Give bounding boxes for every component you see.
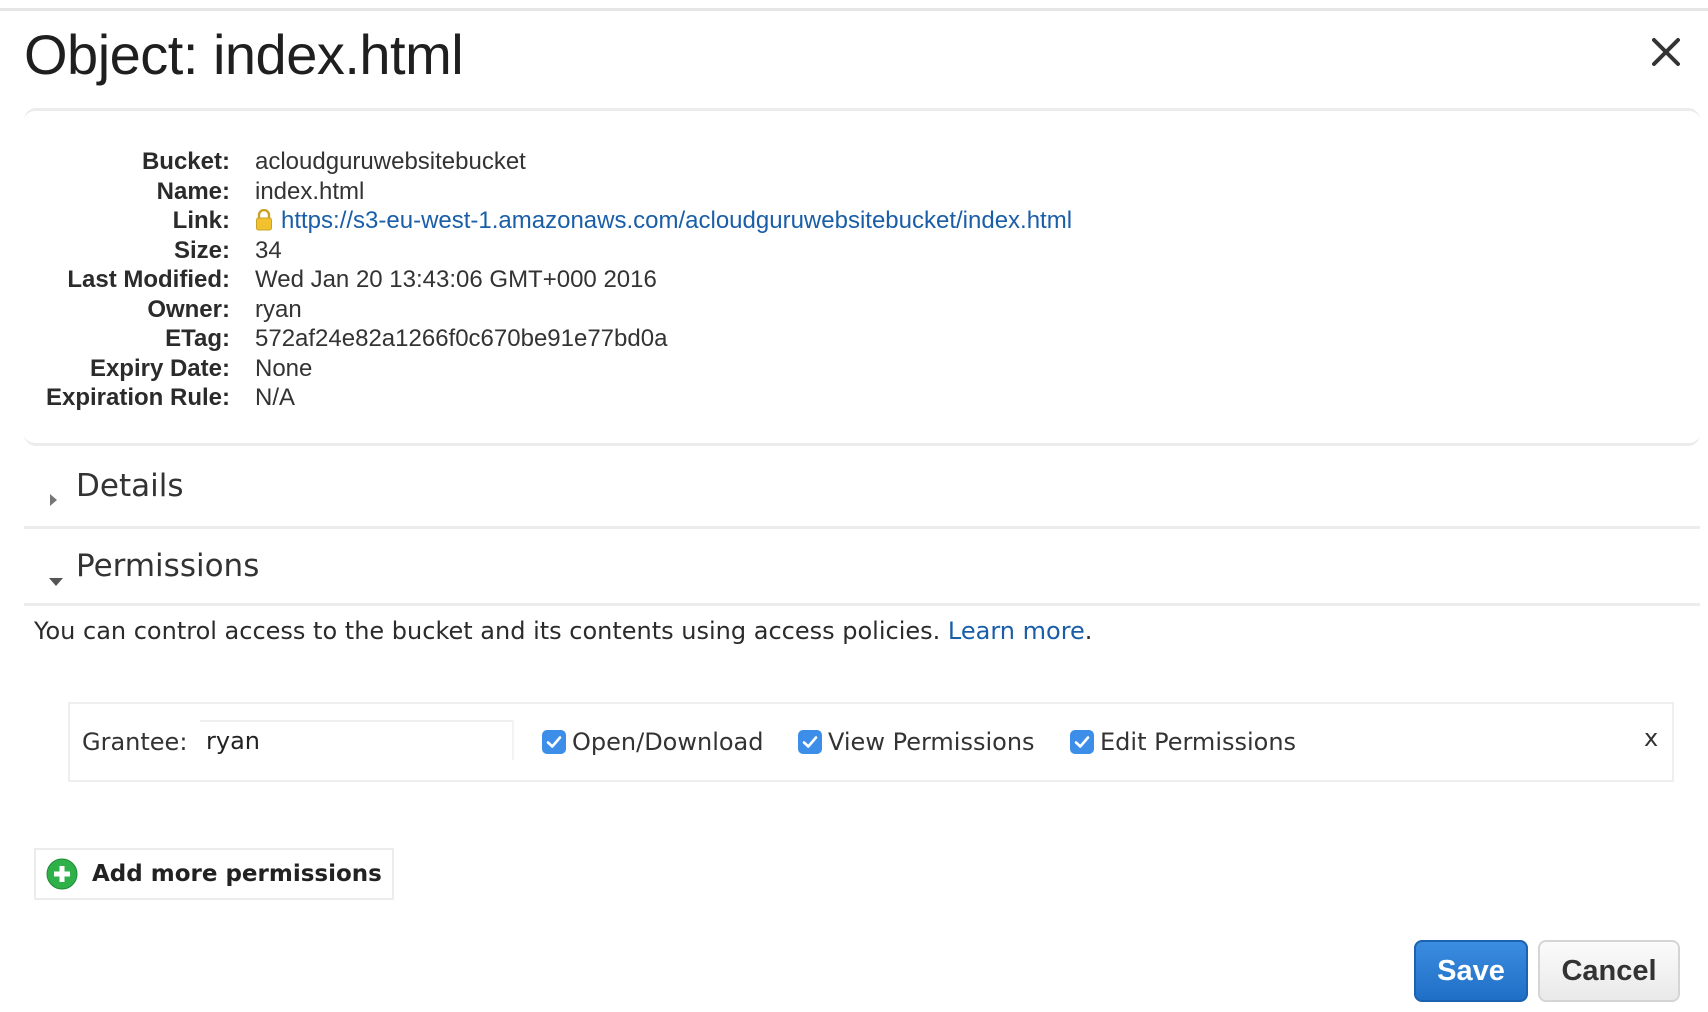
lock-icon bbox=[255, 208, 273, 239]
property-value-link-wrap: https://s3-eu-west-1.amazonaws.com/aclou… bbox=[255, 206, 1072, 239]
property-row-link: Link: https://s3-eu-west-1.amazonaws.com… bbox=[24, 206, 1624, 236]
property-row-size: Size: 34 bbox=[24, 236, 1624, 266]
object-properties-panel: Bucket: acloudguruwebsitebucket Name: in… bbox=[24, 108, 1700, 446]
property-value: ryan bbox=[255, 295, 302, 323]
property-label: Expiry Date: bbox=[89, 354, 230, 382]
checkbox-checked-icon bbox=[1070, 730, 1094, 754]
top-divider bbox=[0, 8, 1708, 11]
property-row-etag: ETag: 572af24e82a1266f0c670be91e77bd0a bbox=[24, 324, 1624, 354]
section-divider bbox=[24, 526, 1700, 529]
caret-right-icon bbox=[48, 480, 60, 516]
section-permissions-label: Permissions bbox=[76, 548, 260, 584]
property-row-name: Name: index.html bbox=[24, 177, 1624, 207]
permissions-description: You can control access to the bucket and… bbox=[34, 617, 1093, 645]
property-label: Last Modified: bbox=[67, 266, 230, 293]
caret-down-icon bbox=[48, 560, 64, 596]
add-circle-icon bbox=[46, 858, 78, 890]
property-label: ETag: bbox=[165, 325, 230, 352]
property-value: None bbox=[255, 354, 313, 382]
checkbox-label: Edit Permissions bbox=[1100, 728, 1297, 756]
object-link[interactable]: https://s3-eu-west-1.amazonaws.com/aclou… bbox=[281, 207, 1072, 234]
grantee-row: Grantee: Open/Download View Permissions … bbox=[68, 702, 1674, 782]
checkbox-label: Open/Download bbox=[572, 728, 764, 756]
checkbox-checked-icon bbox=[798, 730, 822, 754]
property-value: N/A bbox=[255, 384, 296, 411]
property-row-last-modified: Last Modified: Wed Jan 20 13:43:06 GMT+0… bbox=[24, 265, 1624, 295]
checkbox-label: View Permissions bbox=[828, 728, 1035, 756]
grantee-label: Grantee: bbox=[82, 728, 188, 756]
property-row-expiration-rule: Expiration Rule: N/A bbox=[24, 383, 1624, 413]
permissions-description-text: You can control access to the bucket and… bbox=[34, 617, 941, 645]
section-permissions-header[interactable]: Permissions bbox=[24, 548, 1700, 588]
checkbox-checked-icon bbox=[542, 730, 566, 754]
section-details-header[interactable]: Details bbox=[24, 468, 1700, 508]
property-row-owner: Owner: ryan bbox=[24, 295, 1624, 325]
property-label: Bucket: bbox=[141, 148, 230, 175]
cancel-button[interactable]: Cancel bbox=[1538, 940, 1680, 1002]
property-value: 572af24e82a1266f0c670be91e77bd0a bbox=[255, 325, 668, 352]
properties-list: Bucket: acloudguruwebsitebucket Name: in… bbox=[24, 147, 1624, 413]
remove-grantee-button[interactable]: x bbox=[1644, 724, 1658, 752]
open-download-checkbox[interactable]: Open/Download bbox=[542, 728, 763, 756]
add-more-permissions-button[interactable]: Add more permissions bbox=[34, 848, 394, 900]
property-row-expiry-date: Expiry Date: None bbox=[24, 354, 1624, 384]
object-properties-dialog: Object: index.html Bucket: acloudguruweb… bbox=[0, 0, 1708, 1012]
section-details-label: Details bbox=[76, 468, 184, 504]
property-label: Link: bbox=[172, 207, 230, 234]
dialog-title: Object: index.html bbox=[24, 23, 464, 86]
grantee-input[interactable] bbox=[200, 720, 514, 760]
section-divider bbox=[24, 603, 1700, 606]
edit-permissions-checkbox[interactable]: Edit Permissions bbox=[1070, 728, 1296, 756]
property-label: Size: bbox=[173, 236, 230, 264]
property-value: acloudguruwebsitebucket bbox=[255, 148, 526, 175]
learn-more-link[interactable]: Learn more bbox=[948, 617, 1085, 645]
property-value: index.html bbox=[255, 177, 365, 205]
property-label: Name: bbox=[156, 177, 230, 205]
property-row-bucket: Bucket: acloudguruwebsitebucket bbox=[24, 147, 1624, 177]
view-permissions-checkbox[interactable]: View Permissions bbox=[798, 728, 1035, 756]
close-icon[interactable] bbox=[1644, 30, 1688, 74]
add-more-permissions-label: Add more permissions bbox=[92, 861, 382, 887]
property-value: 34 bbox=[255, 236, 282, 264]
save-button[interactable]: Save bbox=[1414, 940, 1528, 1002]
property-label: Owner: bbox=[147, 295, 230, 323]
property-value: Wed Jan 20 13:43:06 GMT+000 2016 bbox=[255, 266, 657, 293]
property-label: Expiration Rule: bbox=[45, 384, 230, 411]
